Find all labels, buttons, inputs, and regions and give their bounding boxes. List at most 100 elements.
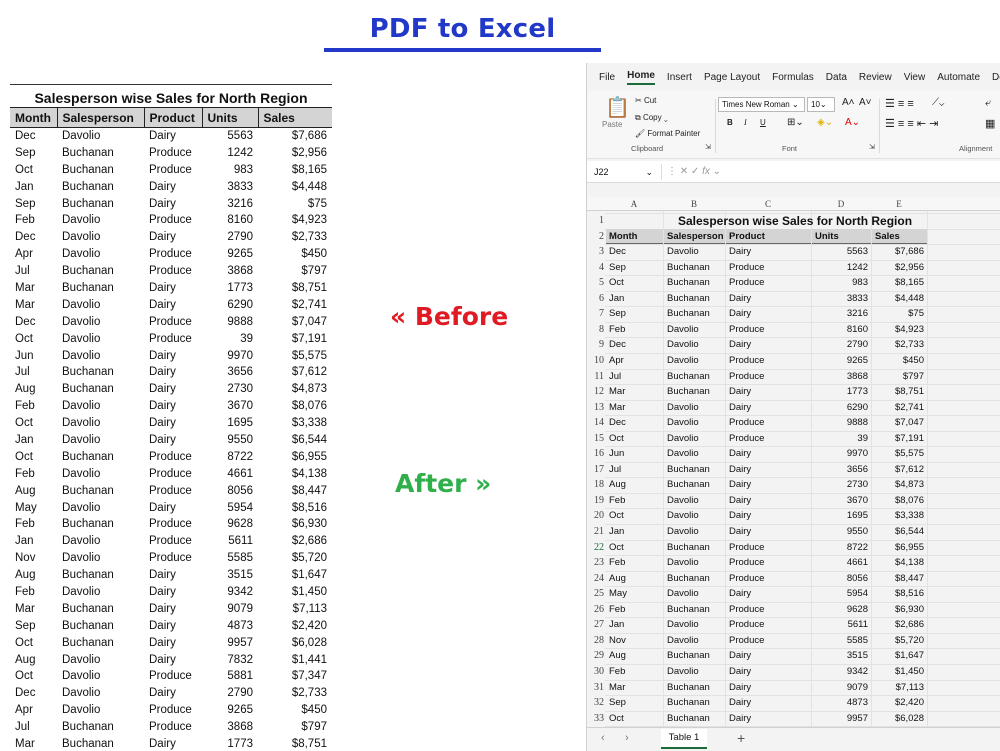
data-cell[interactable]: $1,647	[872, 648, 927, 664]
data-cell[interactable]: 2730	[812, 477, 871, 493]
column-header[interactable]: C	[725, 197, 811, 211]
next-sheet-icon[interactable]: ›	[625, 732, 629, 744]
row-header[interactable]: 2	[587, 231, 604, 242]
data-cell[interactable]: 6290	[812, 400, 871, 416]
data-cell[interactable]: 9079	[812, 680, 871, 696]
data-cell[interactable]: Dairy	[726, 680, 811, 696]
ribbon-tab[interactable]: Automate	[937, 72, 980, 83]
row-header[interactable]: 30	[587, 666, 604, 677]
data-cell[interactable]: Dairy	[726, 462, 811, 478]
data-cell[interactable]: $4,923	[872, 322, 927, 338]
data-cell[interactable]: Produce	[726, 571, 811, 587]
data-cell[interactable]: $8,076	[872, 493, 927, 509]
data-cell[interactable]: Buchanan	[664, 384, 725, 400]
row-header[interactable]: 13	[587, 402, 604, 413]
data-cell[interactable]: 4873	[812, 695, 871, 711]
data-cell[interactable]: Davolio	[664, 431, 725, 447]
grow-font-button[interactable]: A˄	[842, 97, 855, 108]
row-header[interactable]: 24	[587, 573, 604, 584]
column-header[interactable]: E	[871, 197, 927, 211]
data-cell[interactable]: Buchanan	[664, 648, 725, 664]
row-header[interactable]: 29	[587, 650, 604, 661]
sheet-title-cell[interactable]: Salesperson wise Sales for North Region	[605, 214, 985, 228]
data-cell[interactable]: Nov	[606, 633, 663, 649]
fx-icon[interactable]: fx	[702, 166, 710, 177]
data-cell[interactable]: Produce	[726, 617, 811, 633]
data-cell[interactable]: Buchanan	[664, 602, 725, 618]
data-cell[interactable]: $75	[872, 306, 927, 322]
data-cell[interactable]: 983	[812, 275, 871, 291]
data-cell[interactable]: $6,955	[872, 540, 927, 556]
data-cell[interactable]: Davolio	[664, 493, 725, 509]
data-cell[interactable]: 5954	[812, 586, 871, 602]
data-cell[interactable]: $3,338	[872, 508, 927, 524]
data-cell[interactable]: Davolio	[664, 244, 725, 260]
data-cell[interactable]: Buchanan	[664, 260, 725, 276]
header-cell[interactable]: Month	[606, 228, 663, 245]
data-cell[interactable]: 3216	[812, 306, 871, 322]
data-cell[interactable]: Feb	[606, 493, 663, 509]
row-header[interactable]: 11	[587, 371, 604, 382]
data-cell[interactable]: Davolio	[664, 617, 725, 633]
data-cell[interactable]: Jul	[606, 369, 663, 385]
data-cell[interactable]: Davolio	[664, 633, 725, 649]
row-header[interactable]: 22	[587, 542, 604, 553]
data-cell[interactable]: Jan	[606, 291, 663, 307]
data-cell[interactable]: $4,873	[872, 477, 927, 493]
data-cell[interactable]: $8,165	[872, 275, 927, 291]
data-cell[interactable]: $5,720	[872, 633, 927, 649]
data-cell[interactable]: $7,686	[872, 244, 927, 260]
paste-button[interactable]: Paste	[602, 120, 622, 129]
column-header[interactable]: D	[811, 197, 871, 211]
orientation-icon[interactable]: ⟋⌄	[932, 97, 944, 108]
data-cell[interactable]: Buchanan	[664, 477, 725, 493]
wrap-text-icon[interactable]: ⤶	[985, 97, 991, 110]
dialog-launcher-icon[interactable]: ⇲	[705, 143, 711, 151]
data-cell[interactable]: Produce	[726, 322, 811, 338]
data-cell[interactable]: 1695	[812, 508, 871, 524]
data-cell[interactable]: Mar	[606, 680, 663, 696]
data-cell[interactable]: Oct	[606, 540, 663, 556]
data-cell[interactable]: 8722	[812, 540, 871, 556]
ribbon-tab[interactable]: Data	[826, 72, 847, 83]
data-cell[interactable]: $797	[872, 369, 927, 385]
data-cell[interactable]: Dairy	[726, 648, 811, 664]
ribbon-tab[interactable]: Review	[859, 72, 892, 83]
data-cell[interactable]: 9888	[812, 415, 871, 431]
row-header[interactable]: 25	[587, 588, 604, 599]
italic-button[interactable]: I	[744, 118, 747, 127]
data-cell[interactable]: Davolio	[664, 586, 725, 602]
data-cell[interactable]: Sep	[606, 306, 663, 322]
data-cell[interactable]: 1773	[812, 384, 871, 400]
data-cell[interactable]: Dairy	[726, 244, 811, 260]
data-cell[interactable]: 9550	[812, 524, 871, 540]
data-cell[interactable]: $8,751	[872, 384, 927, 400]
data-cell[interactable]: $2,686	[872, 617, 927, 633]
data-cell[interactable]: Jan	[606, 617, 663, 633]
row-header[interactable]: 9	[587, 339, 604, 350]
data-cell[interactable]: Dec	[606, 415, 663, 431]
header-cell[interactable]: Units	[812, 228, 871, 245]
data-cell[interactable]: $4,138	[872, 555, 927, 571]
ribbon-tab[interactable]: De	[992, 72, 1000, 83]
data-cell[interactable]: Dairy	[726, 524, 811, 540]
data-cell[interactable]: Buchanan	[664, 571, 725, 587]
data-cell[interactable]: $450	[872, 353, 927, 369]
data-cell[interactable]: $7,612	[872, 462, 927, 478]
paste-icon[interactable]: 📋	[605, 95, 630, 120]
data-cell[interactable]: Feb	[606, 664, 663, 680]
row-header[interactable]: 19	[587, 495, 604, 506]
data-cell[interactable]: Dairy	[726, 711, 811, 727]
data-cell[interactable]: 3670	[812, 493, 871, 509]
data-cell[interactable]: Dec	[606, 337, 663, 353]
data-cell[interactable]: 9628	[812, 602, 871, 618]
row-header[interactable]: 15	[587, 433, 604, 444]
data-cell[interactable]: Dairy	[726, 446, 811, 462]
data-cell[interactable]: $5,575	[872, 446, 927, 462]
data-cell[interactable]: Dairy	[726, 493, 811, 509]
row-header[interactable]: 26	[587, 604, 604, 615]
row-header[interactable]: 20	[587, 510, 604, 521]
row-header[interactable]: 14	[587, 417, 604, 428]
data-cell[interactable]: 5563	[812, 244, 871, 260]
row-header[interactable]: 1	[587, 215, 604, 226]
